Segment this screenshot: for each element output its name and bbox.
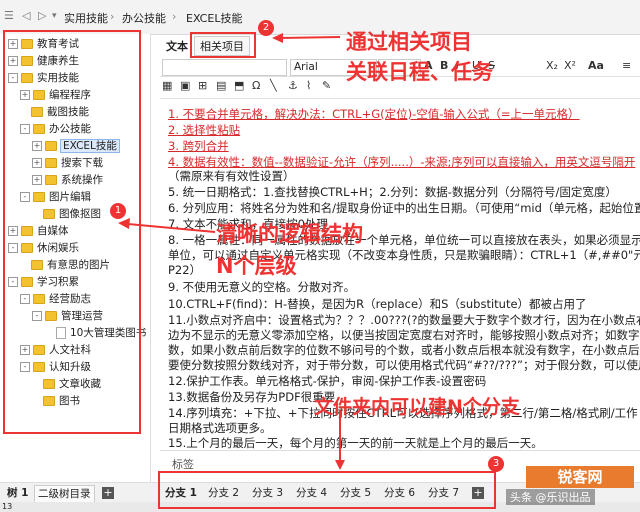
annotation-text: 清晰的逻辑结构 (216, 222, 363, 246)
annotation-text: N个层级 (216, 254, 297, 278)
annotation-text: 文件夹内可以建N个分支 (314, 396, 520, 418)
annotation-text: 通过相关项目 (346, 30, 472, 54)
annotation-text: 关联日程、任务 (346, 60, 493, 84)
watermark-text: 头条 @乐识出品 (506, 489, 595, 505)
watermark-logo: 锐客网 (526, 466, 634, 488)
annotation-arrows (118, 33, 345, 470)
